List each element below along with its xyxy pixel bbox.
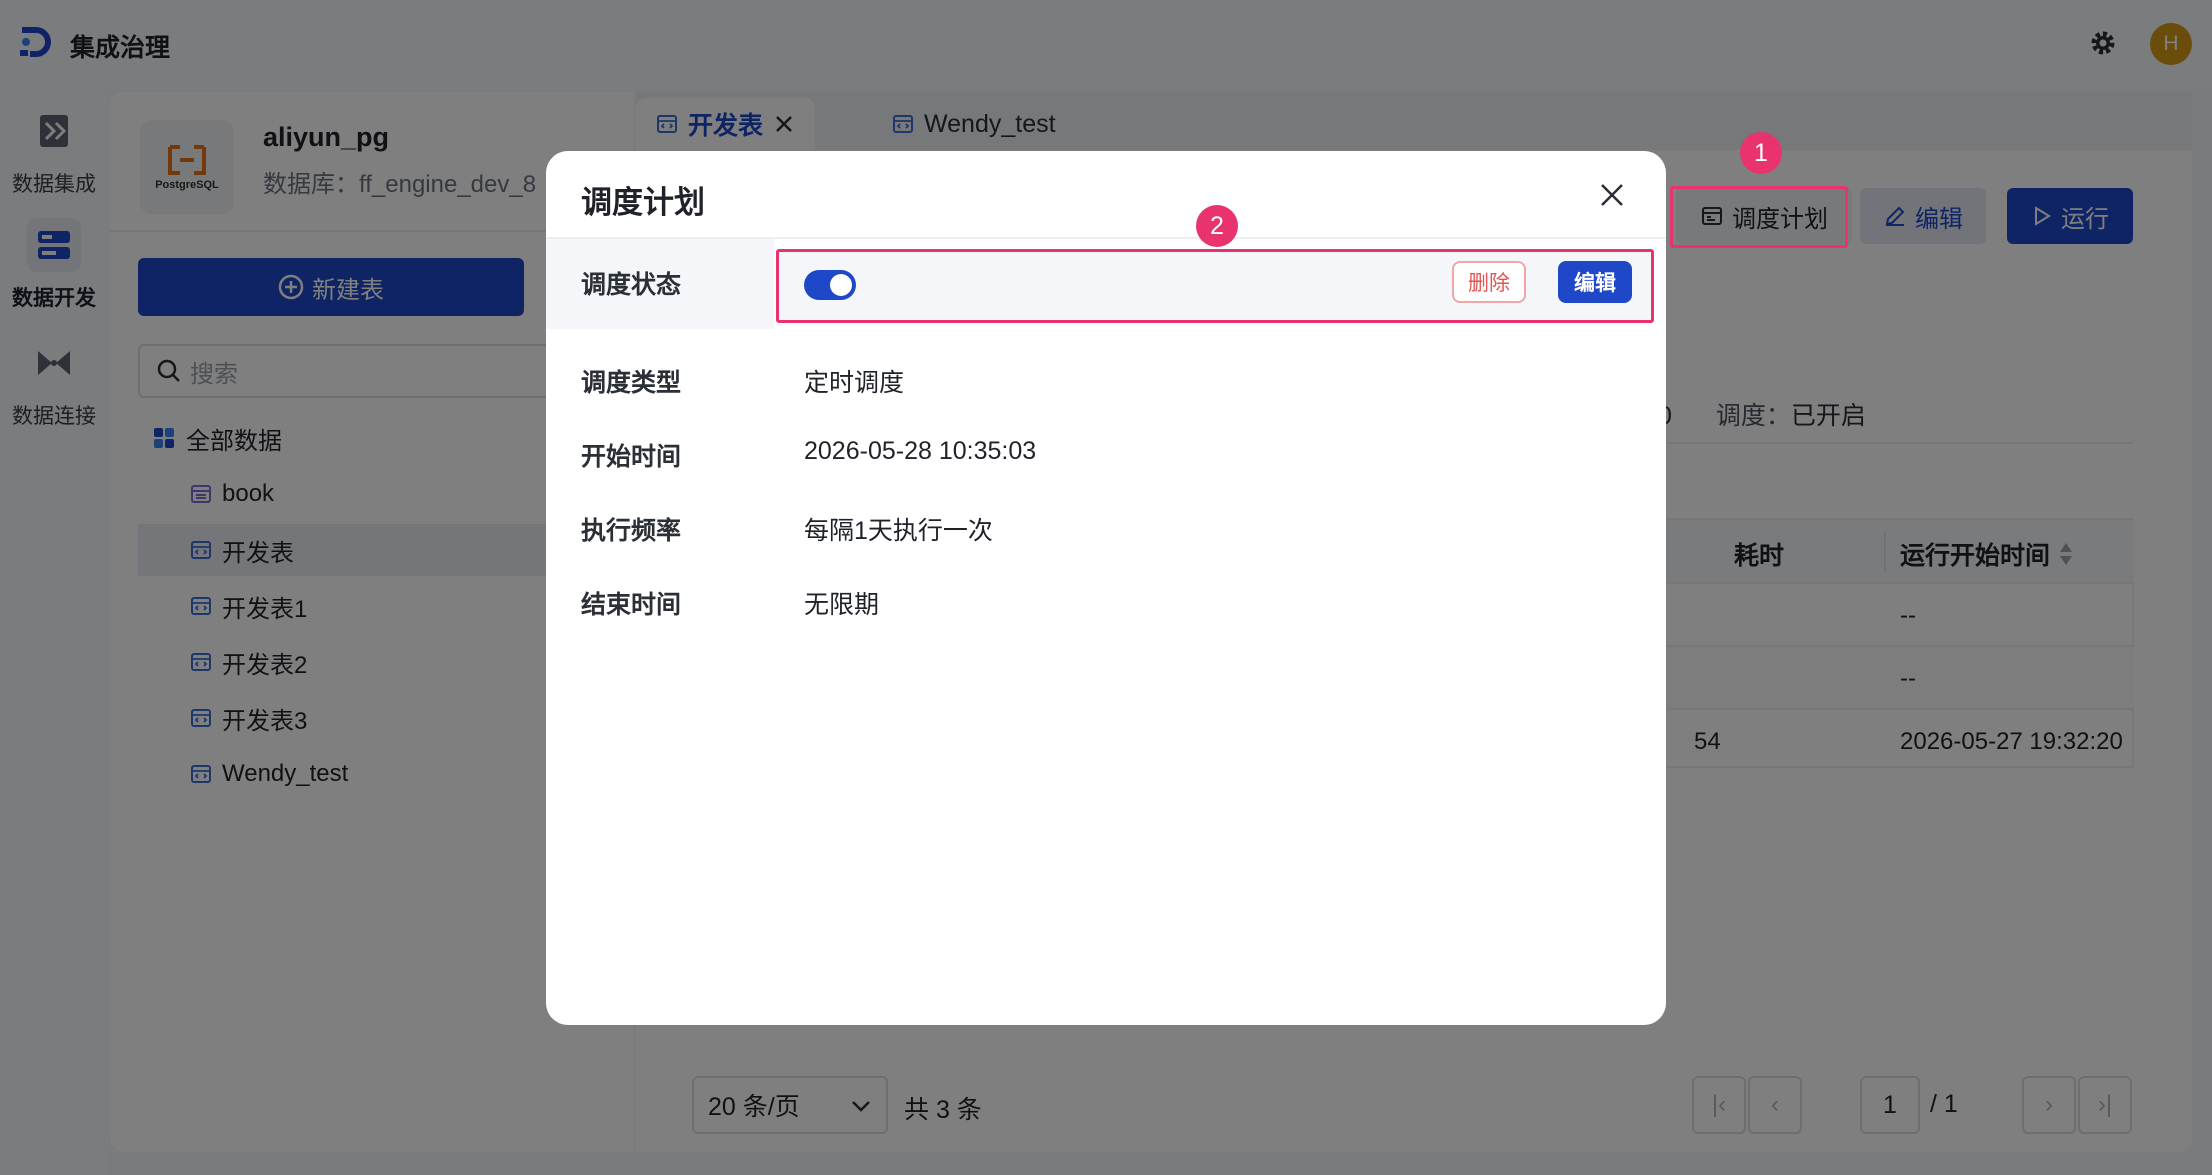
annotation-badge-2: 2 [1196,205,1238,247]
highlight-box-schedule [1670,186,1848,248]
field-value-start-time: 2026-05-28 10:35:03 [804,437,1037,465]
field-label-schedule-type: 调度类型 [581,369,682,397]
highlight-box-status [776,249,1654,323]
field-value-schedule-type: 定时调度 [804,369,905,397]
dialog-title: 调度计划 [581,185,705,220]
field-value-end-time: 无限期 [804,591,880,619]
annotation-badge-1: 1 [1740,132,1782,174]
close-icon[interactable] [1596,179,1628,211]
status-label: 调度状态 [581,271,682,299]
schedule-plan-dialog: 调度计划 调度状态 删除 编辑 2 调度类型 定时调度 开始时间 2026-05… [546,151,1666,1025]
field-label-start-time: 开始时间 [581,443,682,471]
field-label-end-time: 结束时间 [581,591,682,619]
field-label-frequency: 执行频率 [581,517,682,545]
field-value-frequency: 每隔1天执行一次 [804,517,993,545]
